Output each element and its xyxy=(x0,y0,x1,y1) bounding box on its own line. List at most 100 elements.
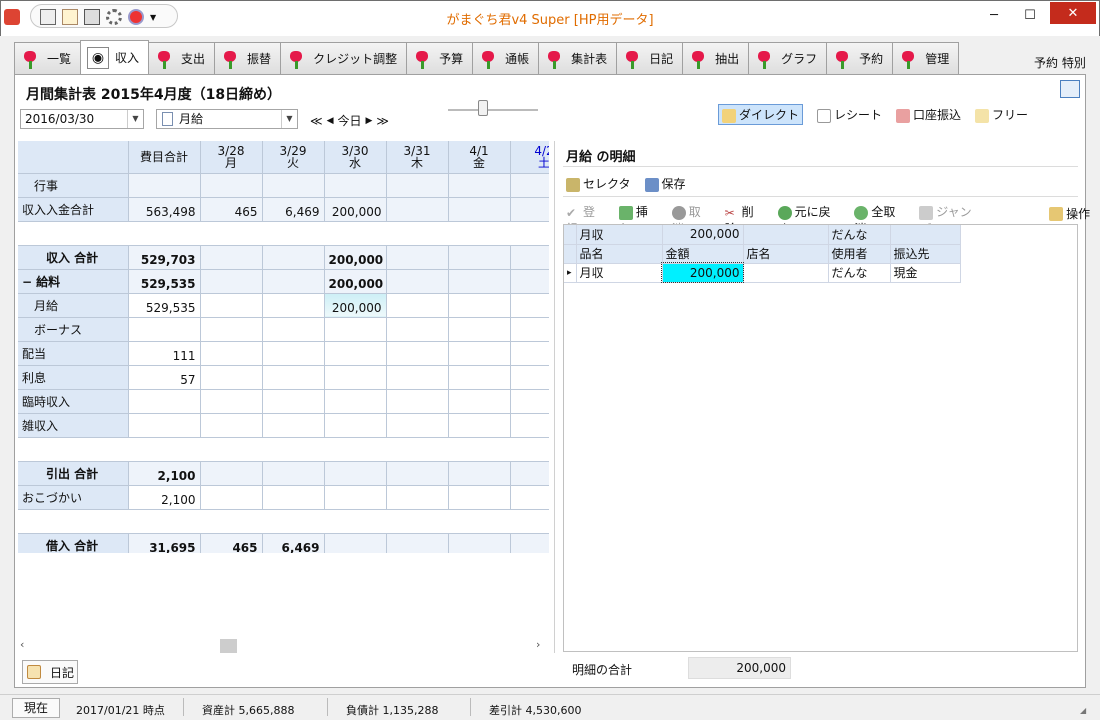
row-total[interactable] xyxy=(128,389,201,414)
collapse-toggle-icon[interactable]: − xyxy=(22,275,32,289)
row-label[interactable]: ボーナス xyxy=(18,317,129,342)
day-cell[interactable] xyxy=(324,365,387,390)
day-cell[interactable] xyxy=(262,413,325,438)
tab-4[interactable]: クレジット調整 xyxy=(280,42,408,74)
minimize-button[interactable]: ─ xyxy=(976,0,1012,30)
maximize-button[interactable]: ☐ xyxy=(1012,0,1048,30)
account-transfer-button[interactable]: 口座振込 xyxy=(896,106,961,123)
tab-8[interactable]: 日記 xyxy=(616,42,684,74)
selector-button[interactable]: セレクタ xyxy=(566,175,631,192)
record-icon[interactable] xyxy=(128,9,144,25)
day-cell[interactable]: 6,469 xyxy=(262,533,325,553)
day-cell[interactable] xyxy=(262,293,325,318)
day-cell[interactable] xyxy=(386,341,449,366)
day-cell[interactable] xyxy=(262,317,325,342)
day-cell[interactable] xyxy=(510,317,549,342)
detail-cell[interactable] xyxy=(743,263,829,283)
day-cell[interactable]: 200,000 xyxy=(324,269,387,294)
tab-0[interactable]: 一覧 xyxy=(14,42,82,74)
diary-button[interactable]: 日記 xyxy=(22,660,78,684)
day-cell[interactable] xyxy=(448,341,511,366)
day-cell[interactable] xyxy=(510,173,549,198)
day-cell[interactable]: 200,000 xyxy=(324,245,387,270)
day-cell[interactable] xyxy=(386,317,449,342)
prev-day-button[interactable]: ◀ xyxy=(327,116,334,126)
memo-icon[interactable] xyxy=(62,9,78,25)
day-cell[interactable] xyxy=(262,245,325,270)
day-cell[interactable] xyxy=(448,293,511,318)
day-cell[interactable] xyxy=(448,173,511,198)
day-cell[interactable] xyxy=(262,365,325,390)
now-button[interactable]: 現在 xyxy=(12,698,60,718)
close-button[interactable]: ✕ xyxy=(1050,2,1096,24)
day-cell[interactable] xyxy=(324,317,387,342)
day-cell[interactable] xyxy=(386,413,449,438)
gear-icon[interactable] xyxy=(106,9,122,25)
tab-11[interactable]: 予約 xyxy=(826,42,894,74)
tab-9[interactable]: 抽出 xyxy=(682,42,750,74)
row-total[interactable]: 57 xyxy=(128,365,201,390)
day-cell[interactable]: 6,469 xyxy=(262,197,325,222)
detail-column-header[interactable]: 振込先 xyxy=(890,244,961,264)
day-header[interactable]: 3/28 月 xyxy=(200,141,263,174)
day-cell[interactable] xyxy=(510,485,549,510)
date-picker[interactable]: 2016/03/30 ▼ xyxy=(20,109,144,129)
day-cell[interactable] xyxy=(386,389,449,414)
horizontal-scrollbar[interactable]: ‹ › xyxy=(18,638,549,655)
day-cell[interactable] xyxy=(448,485,511,510)
tab-3[interactable]: 振替 xyxy=(214,42,282,74)
day-cell[interactable] xyxy=(448,413,511,438)
day-cell[interactable] xyxy=(324,461,387,486)
day-cell[interactable] xyxy=(386,269,449,294)
free-mode-button[interactable]: フリー xyxy=(975,106,1028,123)
row-total[interactable]: 529,703 xyxy=(128,245,201,270)
row-total[interactable]: 2,100 xyxy=(128,461,201,486)
day-cell[interactable] xyxy=(448,365,511,390)
day-cell[interactable] xyxy=(200,173,263,198)
day-cell[interactable] xyxy=(262,461,325,486)
resize-grip-icon[interactable]: ◢ xyxy=(1080,706,1086,715)
day-cell[interactable] xyxy=(510,461,549,486)
day-cell[interactable] xyxy=(324,173,387,198)
row-pointer-icon[interactable]: ▸ xyxy=(564,263,577,283)
tab-6[interactable]: 通帳 xyxy=(472,42,540,74)
day-cell[interactable] xyxy=(510,269,549,294)
day-cell[interactable]: 200,000 xyxy=(324,293,387,318)
chevron-down-icon[interactable]: ▼ xyxy=(281,110,297,128)
day-cell[interactable] xyxy=(448,533,511,553)
day-cell[interactable] xyxy=(200,293,263,318)
scroll-left-icon[interactable]: ‹ xyxy=(20,638,24,651)
tab-7[interactable]: 集計表 xyxy=(538,42,618,74)
day-cell[interactable] xyxy=(448,389,511,414)
next-day-button[interactable]: ▶ xyxy=(366,116,373,126)
detail-cell[interactable]: 200,000 xyxy=(661,262,744,283)
day-cell[interactable] xyxy=(386,533,449,553)
detail-column-header[interactable]: 品名 xyxy=(576,244,663,264)
splitter[interactable] xyxy=(554,141,555,653)
day-cell[interactable] xyxy=(324,485,387,510)
row-label[interactable]: 借入 合計 xyxy=(18,533,129,553)
day-cell[interactable] xyxy=(200,485,263,510)
day-cell[interactable] xyxy=(386,245,449,270)
day-cell[interactable] xyxy=(262,485,325,510)
day-cell[interactable] xyxy=(262,341,325,366)
tab-right-label[interactable]: 予約 特別 xyxy=(1034,54,1086,71)
day-cell[interactable] xyxy=(324,533,387,553)
tab-12[interactable]: 管理 xyxy=(892,42,960,74)
detail-column-header[interactable]: 店名 xyxy=(743,244,829,264)
day-cell[interactable] xyxy=(200,245,263,270)
save-button[interactable]: 保存 xyxy=(644,175,686,192)
row-label[interactable]: 収入 合計 xyxy=(18,245,129,270)
day-cell[interactable] xyxy=(510,389,549,414)
zoom-slider-track[interactable] xyxy=(448,109,538,111)
day-cell[interactable] xyxy=(448,461,511,486)
detail-cell[interactable]: 月収 xyxy=(576,263,663,283)
detail-column-header[interactable]: 金額 xyxy=(662,244,744,264)
row-label[interactable]: 収入入金合計 xyxy=(18,197,129,222)
detail-column-header[interactable]: 使用者 xyxy=(828,244,891,264)
day-cell[interactable] xyxy=(510,365,549,390)
panel-settings-icon[interactable] xyxy=(1060,80,1080,98)
row-label[interactable]: − 給料 xyxy=(18,269,129,294)
direct-mode-button[interactable]: ダイレクト xyxy=(718,104,804,125)
day-cell[interactable] xyxy=(510,293,549,318)
